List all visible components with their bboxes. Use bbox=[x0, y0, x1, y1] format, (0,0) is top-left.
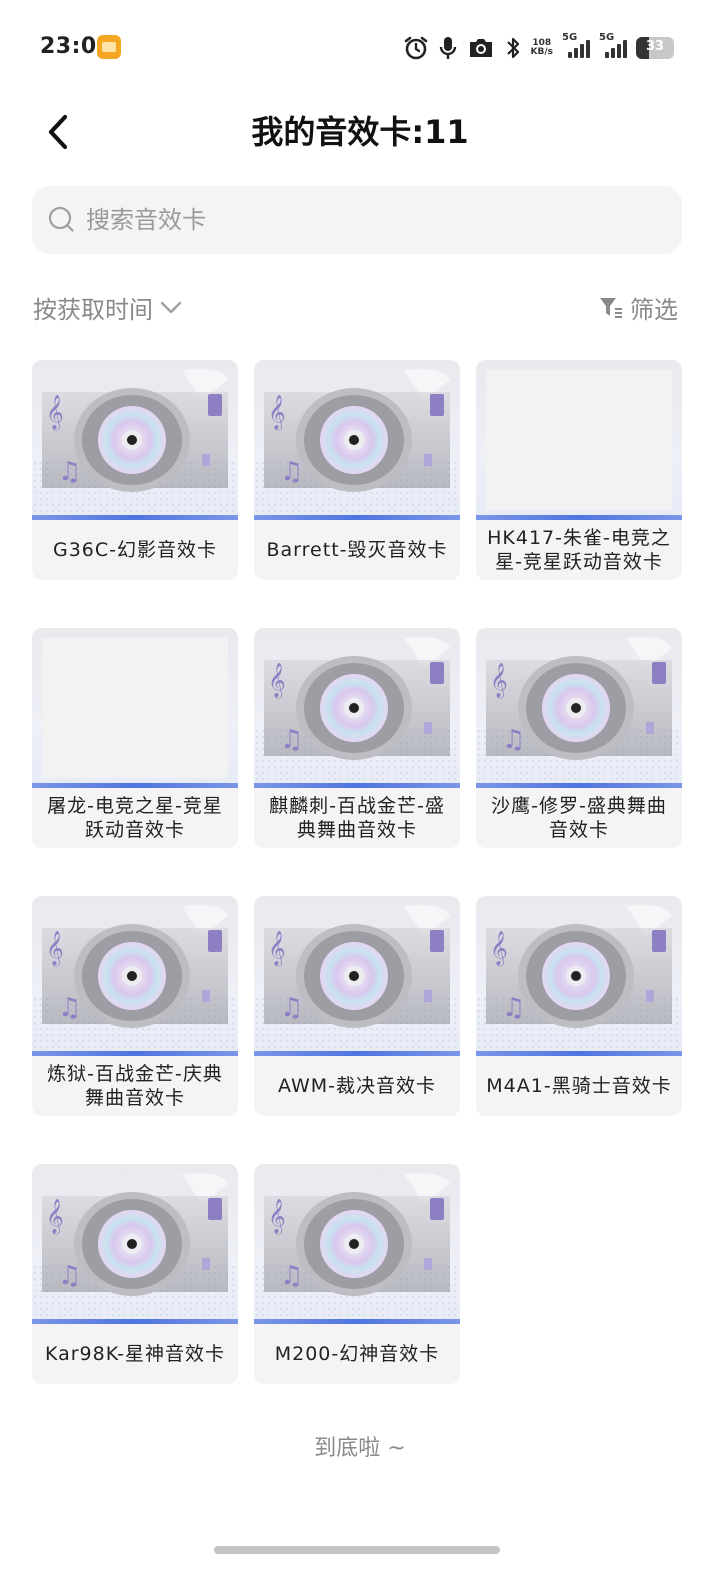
svg-text:𝄞: 𝄞 bbox=[46, 395, 64, 431]
sound-card-label: HK417-朱雀-电竞之星-竞星跃动音效卡 bbox=[487, 527, 671, 573]
svg-text:♫: ♫ bbox=[280, 457, 303, 487]
sim2-label: 5G bbox=[599, 32, 615, 43]
microphone-icon bbox=[438, 35, 458, 61]
sound-card-label: AWM-裁决音效卡 bbox=[278, 1075, 436, 1097]
sound-card[interactable]: 𝄞 ♫ M200-幻神音效卡 bbox=[254, 1164, 460, 1384]
svg-text:♫: ♫ bbox=[58, 993, 81, 1023]
sound-card[interactable]: 𝄞 ♫ 麒麟刺-百战金芒-盛典舞曲音效卡 bbox=[254, 628, 460, 848]
sound-card-thumbnail: 𝄞 ♫ bbox=[254, 360, 460, 520]
filter-button[interactable]: 筛选 bbox=[598, 290, 678, 325]
search-bar[interactable] bbox=[32, 186, 682, 254]
status-bar: 23:08 108 KB/s 5G 5G 33 bbox=[0, 0, 720, 96]
sound-card-thumbnail bbox=[476, 360, 682, 520]
alarm-icon bbox=[403, 35, 429, 61]
sound-card-label: Kar98K-星神音效卡 bbox=[44, 1343, 226, 1365]
svg-text:♫: ♫ bbox=[280, 993, 303, 1023]
sound-disc-icon: 𝄞 ♫ bbox=[42, 369, 228, 492]
page-title: 我的音效卡:11 bbox=[251, 113, 469, 151]
sound-card-thumbnail: 𝄞 ♫ bbox=[254, 896, 460, 1056]
sort-label: 按获取时间 bbox=[33, 296, 153, 324]
search-icon bbox=[48, 206, 74, 232]
camera-icon bbox=[467, 36, 495, 60]
sound-disc-icon: 𝄞 ♫ bbox=[264, 637, 450, 760]
filter-label: 筛选 bbox=[630, 296, 678, 324]
sound-card[interactable]: 𝄞 ♫ Kar98K-星神音效卡 bbox=[32, 1164, 238, 1384]
sound-card[interactable]: 𝄞 ♫ Barrett-毁灭音效卡 bbox=[254, 360, 460, 580]
sound-card-thumbnail: 𝄞 ♫ bbox=[476, 628, 682, 788]
svg-text:♫: ♫ bbox=[502, 725, 525, 755]
sound-card-label: 沙鹰-修罗-盛典舞曲音效卡 bbox=[491, 795, 667, 841]
svg-text:𝄞: 𝄞 bbox=[268, 1199, 286, 1235]
sound-card-label: 屠龙-电竞之星-竞星跃动音效卡 bbox=[47, 795, 223, 841]
svg-text:𝄞: 𝄞 bbox=[46, 1199, 64, 1235]
sound-card-label: Barrett-毁灭音效卡 bbox=[266, 539, 448, 561]
sound-card-thumbnail: 𝄞 ♫ bbox=[254, 1164, 460, 1324]
sound-card-thumbnail: 𝄞 ♫ bbox=[476, 896, 682, 1056]
sound-disc-icon: 𝄞 ♫ bbox=[42, 1173, 228, 1296]
end-of-list-text: 到底啦 ~ bbox=[314, 1436, 406, 1461]
sound-disc-icon: 𝄞 ♫ bbox=[264, 1173, 450, 1296]
sound-card-label: 炼狱-百战金芒-庆典舞曲音效卡 bbox=[47, 1063, 223, 1109]
filter-icon bbox=[600, 297, 622, 318]
sound-card[interactable]: 𝄞 ♫ G36C-幻影音效卡 bbox=[32, 360, 238, 580]
sim1-signal-icon: 5G bbox=[562, 32, 590, 58]
status-icons: 108 KB/s 5G 5G 33 bbox=[403, 32, 674, 62]
app-notification-icon bbox=[97, 35, 121, 59]
sound-card-label: M200-幻神音效卡 bbox=[274, 1343, 440, 1365]
sound-card-label: G36C-幻影音效卡 bbox=[52, 539, 218, 561]
sound-card-thumbnail: 𝄞 ♫ bbox=[32, 896, 238, 1056]
svg-text:♫: ♫ bbox=[280, 725, 303, 755]
sound-disc-icon: 𝄞 ♫ bbox=[486, 905, 672, 1028]
svg-text:𝄞: 𝄞 bbox=[268, 395, 286, 431]
svg-text:♫: ♫ bbox=[58, 1261, 81, 1291]
sound-disc-icon: 𝄞 ♫ bbox=[486, 637, 672, 760]
chevron-down-icon bbox=[160, 301, 182, 313]
network-speed: 108 KB/s bbox=[531, 39, 553, 57]
sound-card[interactable]: 𝄞 ♫ M4A1-黑骑士音效卡 bbox=[476, 896, 682, 1116]
sound-disc-icon: 𝄞 ♫ bbox=[264, 369, 450, 492]
svg-text:𝄞: 𝄞 bbox=[490, 931, 508, 967]
svg-text:𝄞: 𝄞 bbox=[268, 931, 286, 967]
sound-card-thumbnail bbox=[32, 628, 238, 788]
sound-card[interactable]: HK417-朱雀-电竞之星-竞星跃动音效卡 bbox=[476, 360, 682, 580]
sound-card-grid: 𝄞 ♫ G36C-幻影音效卡 𝄞 ♫ Barrett-毁灭音效卡 HK417-朱… bbox=[32, 360, 682, 1384]
home-indicator[interactable] bbox=[214, 1546, 500, 1554]
sim1-label: 5G bbox=[562, 32, 578, 43]
sort-dropdown[interactable]: 按获取时间 bbox=[33, 290, 183, 325]
sound-card-thumbnail: 𝄞 ♫ bbox=[254, 628, 460, 788]
svg-text:♫: ♫ bbox=[502, 993, 525, 1023]
battery-level: 33 bbox=[645, 39, 665, 54]
sound-card[interactable]: 𝄞 ♫ AWM-裁决音效卡 bbox=[254, 896, 460, 1116]
sound-card[interactable]: 𝄞 ♫ 沙鹰-修罗-盛典舞曲音效卡 bbox=[476, 628, 682, 848]
svg-text:♫: ♫ bbox=[280, 1261, 303, 1291]
network-speed-unit: KB/s bbox=[530, 47, 553, 57]
svg-text:♫: ♫ bbox=[58, 457, 81, 487]
sound-card-label: 麒麟刺-百战金芒-盛典舞曲音效卡 bbox=[269, 795, 445, 841]
sound-card[interactable]: 屠龙-电竞之星-竞星跃动音效卡 bbox=[32, 628, 238, 848]
blank-thumbnail-image bbox=[486, 370, 672, 510]
svg-text:𝄞: 𝄞 bbox=[46, 931, 64, 967]
battery-icon: 33 bbox=[636, 37, 674, 59]
sound-card-thumbnail: 𝄞 ♫ bbox=[32, 360, 238, 520]
sound-card-thumbnail: 𝄞 ♫ bbox=[32, 1164, 238, 1324]
bluetooth-icon bbox=[504, 35, 522, 61]
sim2-signal-icon: 5G bbox=[599, 32, 627, 58]
sound-disc-icon: 𝄞 ♫ bbox=[42, 905, 228, 1028]
blank-thumbnail-image bbox=[42, 638, 228, 778]
sound-card-label: M4A1-黑骑士音效卡 bbox=[486, 1075, 672, 1097]
svg-text:𝄞: 𝄞 bbox=[490, 663, 508, 699]
sound-disc-icon: 𝄞 ♫ bbox=[264, 905, 450, 1028]
search-input[interactable] bbox=[84, 205, 648, 235]
svg-text:𝄞: 𝄞 bbox=[268, 663, 286, 699]
sound-card[interactable]: 𝄞 ♫ 炼狱-百战金芒-庆典舞曲音效卡 bbox=[32, 896, 238, 1116]
